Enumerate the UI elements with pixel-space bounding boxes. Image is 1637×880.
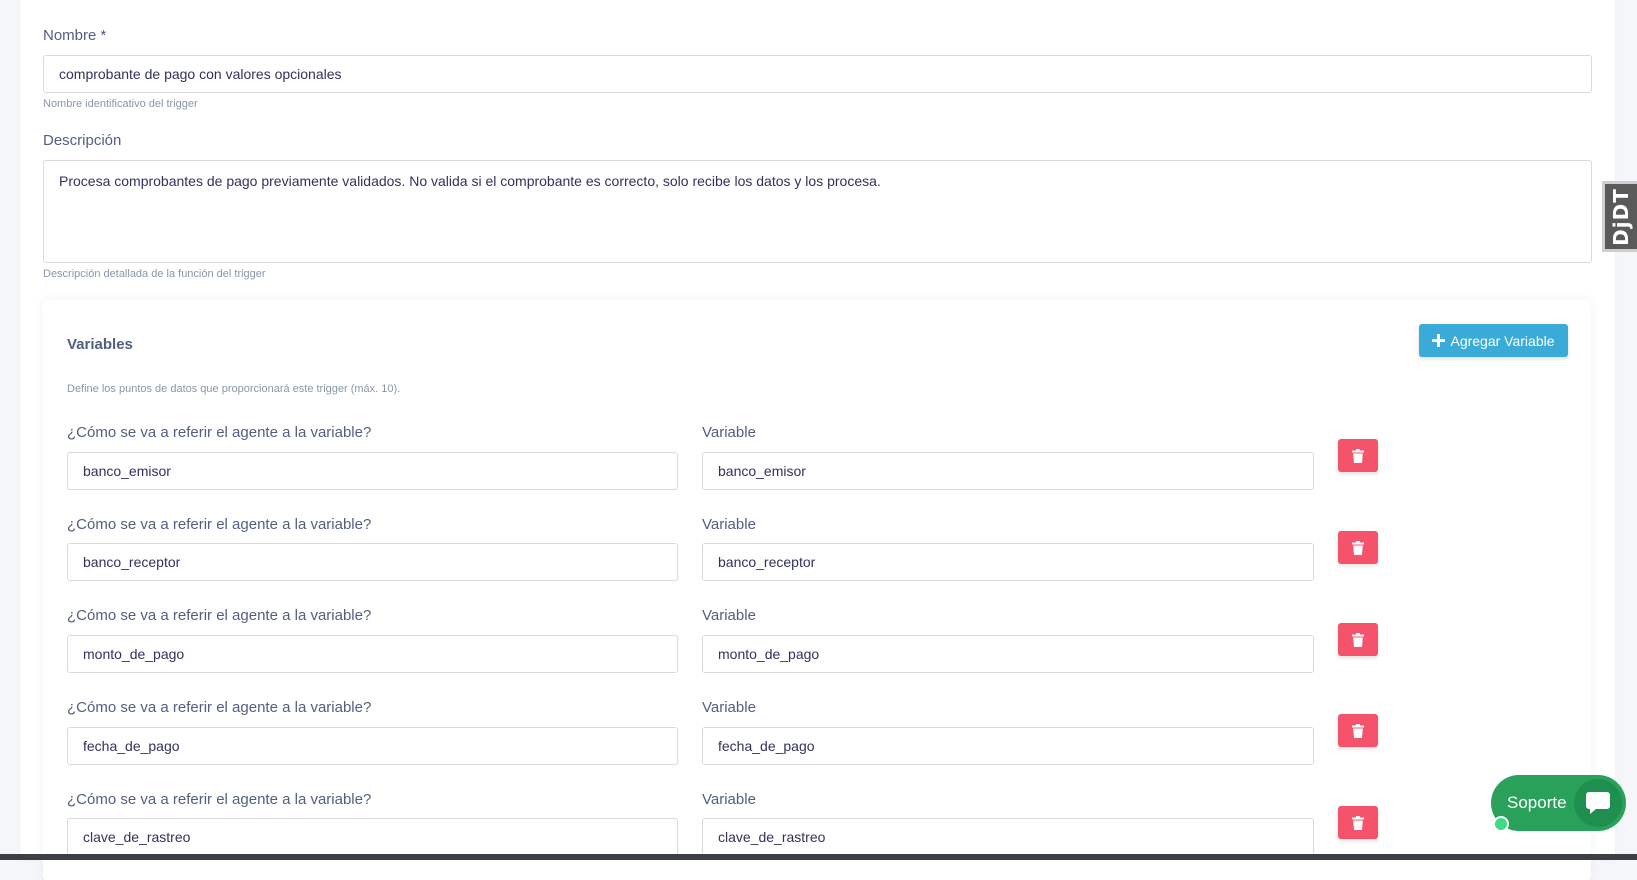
trash-icon xyxy=(1352,540,1364,555)
variable-label: Variable xyxy=(702,516,756,533)
alias-input[interactable]: banco_emisor xyxy=(67,452,678,490)
support-button[interactable]: Soporte xyxy=(1491,775,1626,831)
alias-label: ¿Cómo se va a referir el agente a la var… xyxy=(67,791,372,808)
support-label: Soporte xyxy=(1507,793,1567,812)
alias-input[interactable]: banco_receptor xyxy=(67,543,678,581)
trash-icon xyxy=(1352,448,1364,463)
variable-label: Variable xyxy=(702,607,756,624)
name-input[interactable]: comprobante de pago con valores opcional… xyxy=(43,55,1592,93)
variable-input[interactable]: banco_emisor xyxy=(702,452,1314,490)
variables-help: Define los puntos de datos que proporcio… xyxy=(67,383,401,395)
description-textarea[interactable]: Procesa comprobantes de pago previamente… xyxy=(43,160,1592,263)
delete-variable-button[interactable] xyxy=(1338,623,1378,656)
online-status-dot xyxy=(1493,816,1509,832)
description-help: Descripción detallada de la función del … xyxy=(43,268,266,280)
alias-input[interactable]: fecha_de_pago xyxy=(67,727,678,765)
alias-input[interactable]: clave_de_rastreo xyxy=(67,818,678,856)
variable-input[interactable]: fecha_de_pago xyxy=(702,727,1314,765)
delete-variable-button[interactable] xyxy=(1338,531,1378,564)
variables-title: Variables xyxy=(67,336,133,353)
delete-variable-button[interactable] xyxy=(1338,439,1378,472)
name-label: Nombre * xyxy=(43,27,107,44)
add-variable-label: Agregar Variable xyxy=(1450,332,1555,349)
name-help: Nombre identificativo del trigger xyxy=(43,98,198,110)
alias-label: ¿Cómo se va a referir el agente a la var… xyxy=(67,699,372,716)
trash-icon xyxy=(1352,632,1364,647)
variable-label: Variable xyxy=(702,791,756,808)
alias-input[interactable]: monto_de_pago xyxy=(67,635,678,673)
variable-label: Variable xyxy=(702,699,756,716)
description-label: Descripción xyxy=(43,132,122,149)
variable-input[interactable]: banco_receptor xyxy=(702,543,1314,581)
debug-toolbar-label: DjDT xyxy=(1609,187,1634,246)
alias-label: ¿Cómo se va a referir el agente a la var… xyxy=(67,424,372,441)
chat-bubble-icon xyxy=(1574,779,1622,827)
debug-toolbar-handle[interactable]: DjDT xyxy=(1602,181,1637,252)
trash-icon xyxy=(1352,723,1364,738)
trash-icon xyxy=(1352,815,1364,830)
delete-variable-button[interactable] xyxy=(1338,806,1378,839)
alias-label: ¿Cómo se va a referir el agente a la var… xyxy=(67,516,372,533)
plus-icon xyxy=(1432,334,1446,347)
variable-input[interactable]: clave_de_rastreo xyxy=(702,818,1314,856)
variable-label: Variable xyxy=(702,424,756,441)
variable-input[interactable]: monto_de_pago xyxy=(702,635,1314,673)
alias-label: ¿Cómo se va a referir el agente a la var… xyxy=(67,607,372,624)
bottom-bar xyxy=(0,854,1637,860)
delete-variable-button[interactable] xyxy=(1338,714,1378,747)
add-variable-button[interactable]: Agregar Variable xyxy=(1419,324,1568,357)
